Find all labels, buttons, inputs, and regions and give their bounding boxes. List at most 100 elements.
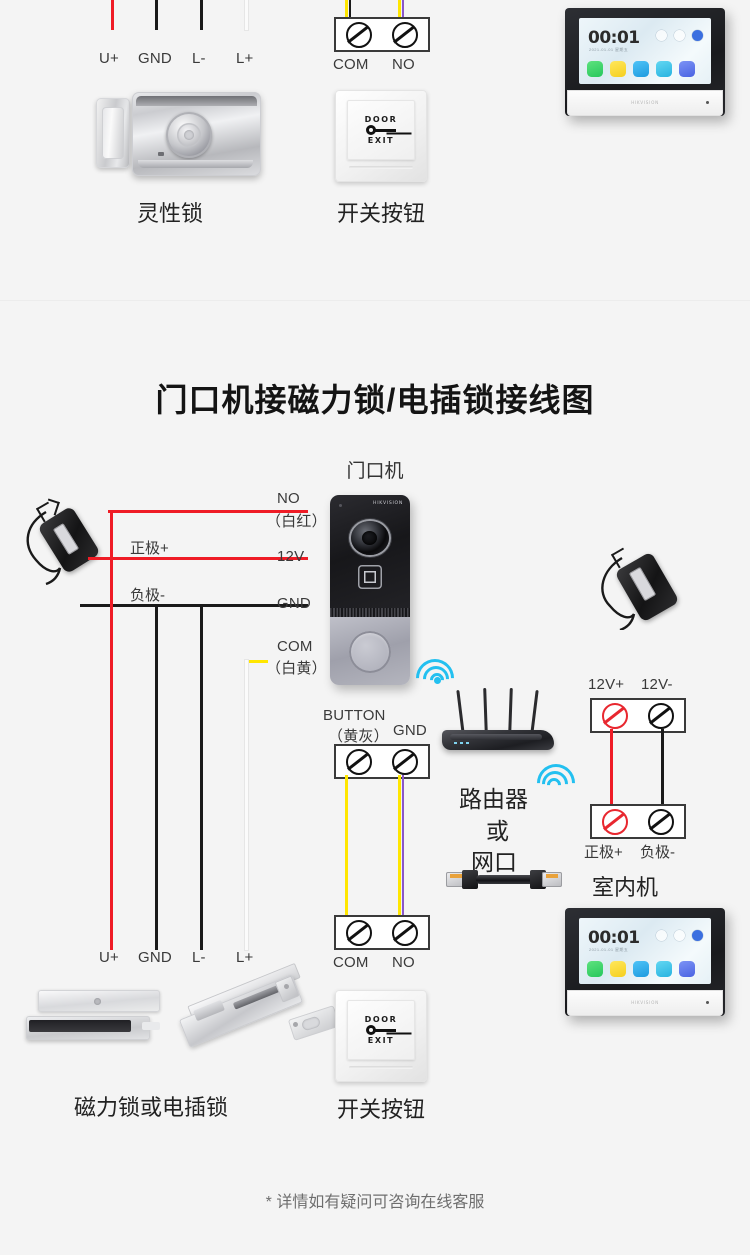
wire-no-purple-top: [402, 0, 404, 18]
monitor-time-bottom: 00:01: [588, 928, 640, 948]
wire-gnd-top: [155, 0, 158, 30]
label-gnd-bottom: GND: [138, 949, 172, 966]
label-com-main: COM: [277, 638, 313, 655]
label-com-color: （白黄）: [266, 660, 327, 677]
monitor-app-unlock-icon: [633, 61, 649, 77]
label-12v-minus: 12V-: [641, 676, 673, 693]
terminal-block-bottom: [334, 915, 430, 950]
screw-terminal-gnd: [392, 748, 418, 775]
screw-terminal-pos: [602, 808, 628, 835]
magnetic-lock-image: [26, 990, 168, 1040]
monitor-app-alarm-icon: [656, 61, 672, 77]
terminal-block-indoor: [590, 804, 686, 839]
label-negative: 负极-: [130, 587, 165, 604]
label-button-color: （黄灰）: [328, 728, 389, 745]
adapter-cable: [26, 510, 62, 586]
key-icon-bottom: [366, 1025, 396, 1035]
wire-u-plus-vertical: [110, 510, 113, 950]
wire-l-plus-top: [245, 0, 248, 30]
monitor-status-icon-3: [692, 30, 703, 41]
label-button: BUTTON: [323, 707, 386, 724]
wire-positive-horizontal: [88, 557, 308, 560]
label-gnd-main: GND: [277, 595, 311, 612]
monitor-status-icon-1-bottom: [656, 930, 667, 941]
wire-u-plus-top: [111, 0, 114, 30]
wire-no-yellow-top: [398, 0, 401, 18]
caption-exit-button-bottom: 开关按钮: [337, 1097, 426, 1122]
terminal-block-button: [334, 744, 430, 779]
wifi-icon-router: [529, 756, 583, 810]
wire-12v-red: [610, 729, 613, 804]
monitor-status-icon-3-bottom: [692, 930, 703, 941]
exit-button-bottom: DOOR EXIT: [335, 990, 427, 1082]
screw-terminal-com-top: [346, 21, 372, 48]
monitor-app-settings-icon: [679, 61, 695, 77]
door-station-brand: HIKVISION: [373, 501, 403, 506]
wire-12v-black: [661, 729, 664, 804]
monitor-brand-bottom: HIKVISION: [631, 1000, 659, 1005]
monitor-status-icon-2-bottom: [674, 930, 685, 941]
wire-gnd-yellow: [398, 775, 401, 920]
monitor-time-top: 00:01: [588, 28, 640, 48]
wire-button-yellow: [345, 775, 348, 920]
wire-com-yellow-top: [345, 0, 348, 18]
screw-terminal-com-bottom: [346, 919, 372, 946]
label-no-color: （白红）: [266, 513, 327, 530]
indoor-monitor-top: 00:01 2021-01-01 星期五 HIKVISION: [565, 8, 725, 116]
power-adapter-right: [592, 547, 680, 630]
ethernet-cable-image: [446, 866, 562, 892]
exit-button-top-text: DOOR: [364, 115, 398, 124]
label-l-plus-top: L+: [236, 50, 254, 67]
exit-button-top-text-b: DOOR: [364, 1015, 398, 1024]
door-station: HIKVISION: [330, 495, 410, 685]
page-title: 门口机接磁力锁/电插锁接线图: [155, 382, 595, 418]
screw-terminal-no-bottom: [392, 919, 418, 946]
caption-indoor-unit: 室内机: [592, 875, 659, 900]
caption-lock-bottom: 磁力锁或电插锁: [74, 1095, 229, 1120]
terminal-block-12v: [590, 698, 686, 733]
label-no-bottom: NO: [392, 954, 415, 971]
monitor-date-top: 2021-01-01 星期五: [589, 47, 629, 52]
speaker-grill: [330, 608, 410, 617]
exit-button-top: DOOR EXIT: [335, 90, 427, 182]
screw-terminal-no-top: [392, 21, 418, 48]
wire-com-stub: [246, 660, 268, 663]
monitor-app-call-icon: [587, 61, 603, 77]
screw-terminal-neg: [648, 808, 674, 835]
power-adapter-left: [16, 498, 101, 588]
camera-lens-icon: [351, 521, 389, 555]
label-l-minus-top: L-: [192, 50, 206, 67]
label-gnd-button: GND: [393, 722, 427, 739]
screw-terminal-12v-minus: [648, 702, 674, 729]
router-caption-line2: 或: [486, 818, 509, 844]
wire-gnd-vertical: [155, 604, 158, 950]
terminal-block-top: [334, 17, 430, 52]
label-u-plus-bottom: U+: [99, 949, 119, 966]
caption-exit-button-top: 开关按钮: [337, 201, 426, 226]
label-no-top: NO: [392, 56, 415, 73]
monitor-app-monitor-icon: [610, 61, 626, 77]
exit-button-bottom-text-b: EXIT: [367, 1036, 395, 1045]
monitor-status-icon-1: [656, 30, 667, 41]
wifi-icon-door-station: [408, 651, 462, 705]
wire-gnd-purple: [402, 775, 404, 920]
monitor-app-alarm-icon-bottom: [656, 961, 672, 977]
label-negative-indoor: 负极-: [640, 844, 675, 861]
router-image: [440, 687, 570, 770]
footer-note: * 详情如有疑问可咨询在线客服: [265, 1194, 485, 1211]
door-station-caption: 门口机: [346, 461, 404, 482]
screw-terminal-12v-plus: [602, 702, 628, 729]
electric-lock-image-top: [96, 88, 271, 178]
wire-com-black-top: [349, 0, 351, 18]
label-no-main: NO: [277, 490, 300, 507]
wiring-diagram-page: U+ GND L- L+ 灵性锁 COM NO DOOR EXIT 开关按钮 0…: [0, 0, 750, 1255]
exit-button-bottom-text: EXIT: [367, 136, 395, 145]
monitor-date-bottom: 2021-01-01 星期五: [589, 947, 629, 952]
call-button[interactable]: [349, 631, 391, 673]
wire-gnd-horizontal: [80, 604, 308, 607]
electric-bolt-lock-image: [178, 962, 345, 1050]
wire-l-minus-top: [200, 0, 203, 30]
monitor-app-unlock-icon-bottom: [633, 961, 649, 977]
wire-l-plus-vertical: [245, 660, 248, 950]
monitor-app-call-icon-bottom: [587, 961, 603, 977]
